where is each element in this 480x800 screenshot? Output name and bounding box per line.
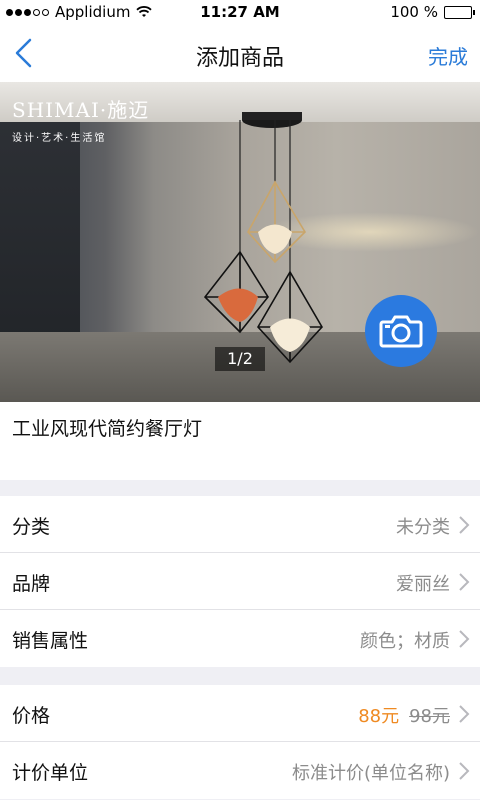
current-price: 88元 [358,706,400,727]
product-name: 工业风现代简约餐厅灯 [12,418,203,440]
brand-logo: SHIMAI·施迈 [12,98,150,122]
brand-label: 品牌 [12,573,51,595]
photo-page-counter: 1/2 [215,347,265,371]
pricing-unit-row[interactable]: 计价单位 标准计价(单位名称) [0,742,480,799]
chevron-right-icon [459,762,470,780]
add-photo-button[interactable] [365,295,437,367]
status-bar: Applidium 11:27 AM 100 % [0,0,480,24]
chevron-right-icon [459,573,470,591]
price-label: 价格 [12,705,51,727]
battery-percent: 100 % [390,3,438,21]
price-value: 88元 98元 [358,702,450,728]
original-price: 98元 [409,706,450,727]
product-name-section[interactable]: 工业风现代简约餐厅灯 [0,402,480,480]
battery-icon [444,5,475,19]
sales-attributes-value: 颜色；材质 [360,631,450,652]
sales-attributes-row[interactable]: 销售属性 颜色；材质 [0,610,480,667]
category-row[interactable]: 分类 未分类 [0,496,480,553]
brand-row[interactable]: 品牌 爱丽丝 [0,553,480,610]
page-title: 添加商品 [195,46,284,71]
product-photo-carousel[interactable]: SHIMAI·施迈 设计·艺术·生活馆 1/2 [0,82,480,402]
brand-watermark: SHIMAI·施迈 设计·艺术·生活馆 [12,94,149,144]
pricing-group: 价格 88元 98元 计价单位 标准计价(单位名称) [0,685,480,799]
battery-info: 100 % [390,3,475,21]
navigation-bar: 添加商品 完成 [0,24,480,82]
brand-tagline: 设计·艺术·生活馆 [12,133,107,144]
product-attributes-group: 分类 未分类 品牌 爱丽丝 销售属性 颜色；材质 [0,496,480,667]
chevron-right-icon [459,630,470,648]
pricing-unit-value: 标准计价(单位名称) [291,763,450,784]
chevron-right-icon [459,705,470,723]
pricing-unit-label: 计价单位 [12,762,89,784]
category-label: 分类 [12,516,51,538]
chevron-right-icon [459,516,470,534]
done-button[interactable]: 完成 [428,41,468,70]
sales-attributes-label: 销售属性 [12,630,89,652]
price-row[interactable]: 价格 88元 98元 [0,685,480,742]
category-value: 未分类 [396,517,450,538]
brand-value: 爱丽丝 [396,574,450,595]
camera-icon [379,315,423,348]
